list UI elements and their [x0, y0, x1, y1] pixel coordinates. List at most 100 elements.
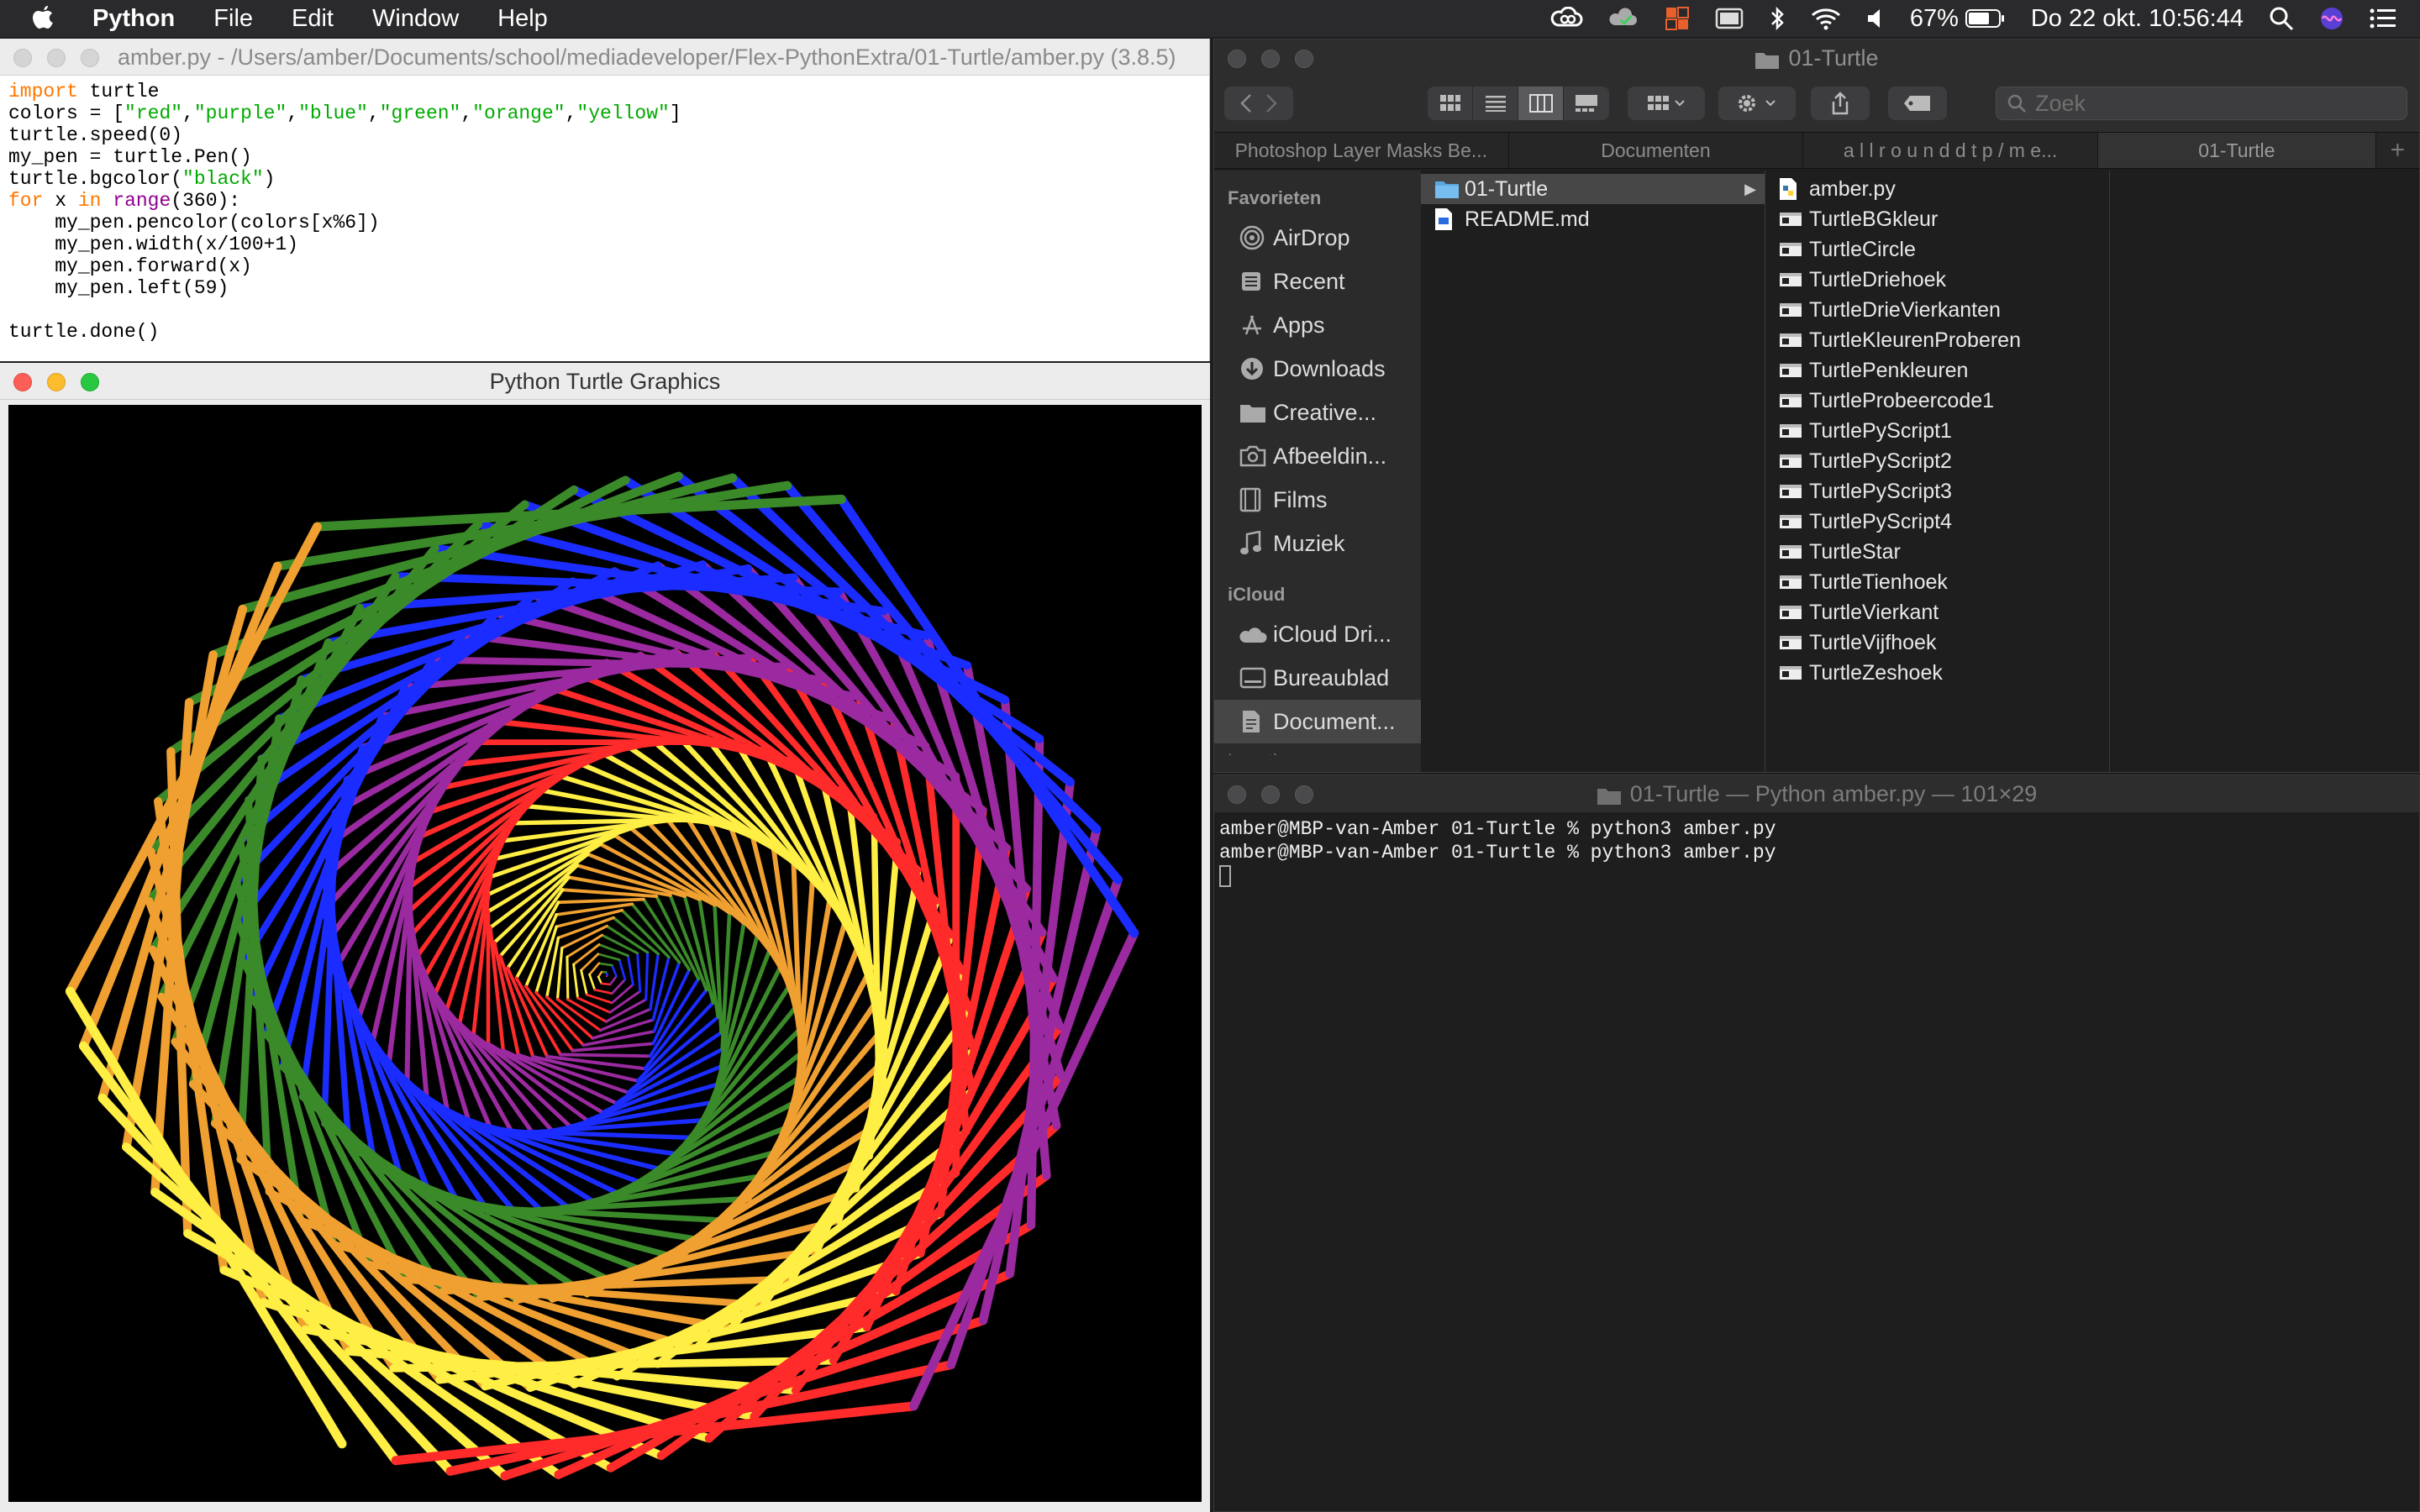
- file-row[interactable]: amber.py: [1765, 174, 2109, 204]
- terminal-titlebar[interactable]: 01-Turtle — Python amber.py — 101×29: [1214, 775, 2419, 812]
- file-row[interactable]: TurtleDrieVierkanten: [1765, 295, 2109, 325]
- file-row[interactable]: TurtlePyScript1: [1765, 416, 2109, 446]
- battery-percent[interactable]: 67%: [1910, 5, 1959, 33]
- executable-file-icon: [1779, 483, 1809, 500]
- tab-photoshop[interactable]: Photoshop Layer Masks Be...: [1214, 133, 1509, 168]
- group-button[interactable]: [1628, 87, 1705, 120]
- file-row[interactable]: TurtlePyScript3: [1765, 476, 2109, 507]
- sidebar-item-airdrop[interactable]: AirDrop: [1214, 216, 1421, 260]
- creative-cloud-icon[interactable]: [1550, 7, 1584, 30]
- terminal-line: amber@MBP-van-Amber 01-Turtle % python3 …: [1219, 818, 1776, 840]
- sidebar-item-label: Creative...: [1273, 399, 1377, 425]
- icon-view-icon[interactable]: [1428, 87, 1473, 120]
- spiral-segment: [566, 955, 570, 1001]
- file-row[interactable]: TurtleVijfhoek: [1765, 627, 2109, 658]
- file-name: TurtlePenkleuren: [1809, 358, 1969, 382]
- file-row[interactable]: TurtleDriehoek: [1765, 265, 2109, 295]
- code-editor[interactable]: import turtle colors = ["red","purple","b…: [0, 76, 1209, 343]
- sidebar-item-bureaublad[interactable]: Bureaublad: [1214, 656, 1421, 700]
- finder-toolbar: Zoek: [1214, 76, 2419, 132]
- sidebar-item-downloads[interactable]: Downloads: [1214, 347, 1421, 391]
- spiral-segment: [644, 951, 650, 1001]
- sidebar-item-afbeeldin[interactable]: Afbeeldin...: [1214, 434, 1421, 478]
- grid-app-icon[interactable]: [1665, 6, 1690, 31]
- menu-edit[interactable]: Edit: [292, 0, 334, 37]
- volume-icon[interactable]: [1866, 7, 1885, 30]
- sidebar-item-muziek[interactable]: Muziek: [1214, 522, 1421, 565]
- file-row[interactable]: TurtleCircle: [1765, 234, 2109, 265]
- executable-file-icon: [1779, 634, 1809, 651]
- action-button[interactable]: [1718, 87, 1796, 120]
- sidebar-item-creative[interactable]: Creative...: [1214, 391, 1421, 434]
- spotlight-search-icon[interactable]: [2269, 6, 2294, 31]
- sidebar-item-films[interactable]: Films: [1214, 478, 1421, 522]
- apple-menu-icon[interactable]: [30, 4, 67, 33]
- file-row[interactable]: TurtleBGkleur: [1765, 204, 2109, 234]
- desktop-icon: [1239, 667, 1273, 689]
- back-icon[interactable]: [1240, 93, 1252, 113]
- sidebar-item-recent[interactable]: Recent: [1214, 260, 1421, 303]
- list-view-icon[interactable]: [1473, 87, 1518, 120]
- clock[interactable]: Do 22 okt. 10:56:44: [2031, 5, 2244, 33]
- executable-file-icon: [1779, 513, 1809, 530]
- turtle-titlebar[interactable]: Python Turtle Graphics: [0, 363, 1210, 400]
- sidebar-item-document[interactable]: Document...: [1214, 700, 1421, 743]
- file-row[interactable]: TurtlePenkleuren: [1765, 355, 2109, 386]
- file-row[interactable]: 01-Turtle ▶: [1421, 174, 1765, 204]
- file-row[interactable]: TurtleProbeercode1: [1765, 386, 2109, 416]
- file-row[interactable]: TurtlePyScript4: [1765, 507, 2109, 537]
- tab-documenten[interactable]: Documenten: [1509, 133, 1804, 168]
- bluetooth-icon[interactable]: [1769, 6, 1786, 31]
- siri-icon[interactable]: [2319, 6, 2344, 31]
- menu-app-python[interactable]: Python: [92, 0, 175, 37]
- file-row[interactable]: TurtleTienhoek: [1765, 567, 2109, 597]
- code-line: my_pen.left(59): [8, 277, 229, 299]
- display-icon[interactable]: [1715, 7, 1744, 30]
- file-row[interactable]: README.md: [1421, 204, 1765, 234]
- file-name: TurtlePyScript4: [1809, 509, 1952, 533]
- menu-help[interactable]: Help: [497, 0, 548, 37]
- sidebar-item-label: AirDrop: [1273, 224, 1350, 250]
- menu-window[interactable]: Window: [372, 0, 459, 37]
- notification-center-icon[interactable]: [2370, 8, 2396, 29]
- terminal-output[interactable]: amber@MBP-van-Amber 01-Turtle % python3 …: [1214, 812, 2419, 888]
- file-row[interactable]: TurtleKleurenProberen: [1765, 325, 2109, 355]
- editor-titlebar[interactable]: amber.py - /Users/amber/Documents/school…: [0, 39, 1209, 76]
- new-tab-button[interactable]: +: [2376, 133, 2419, 168]
- sidebar-item-apps[interactable]: Apps: [1214, 303, 1421, 347]
- battery-icon[interactable]: [1965, 8, 2006, 29]
- file-name: TurtleTienhoek: [1809, 570, 1948, 594]
- minimize-button[interactable]: [47, 49, 66, 67]
- zoom-button[interactable]: [81, 49, 99, 67]
- share-button[interactable]: [1811, 87, 1870, 120]
- file-row[interactable]: TurtleZeshoek: [1765, 658, 2109, 688]
- file-row[interactable]: TurtleStar: [1765, 537, 2109, 567]
- terminal-cursor: [1219, 864, 1231, 887]
- file-row[interactable]: TurtlePyScript2: [1765, 446, 2109, 476]
- menu-file[interactable]: File: [213, 0, 253, 37]
- terminal-prompt-line[interactable]: [1219, 864, 2419, 888]
- executable-file-icon: [1779, 574, 1809, 591]
- tab-allround[interactable]: a l l r o u n d d t p / m e...: [1803, 133, 2098, 168]
- close-button[interactable]: [13, 49, 32, 67]
- executable-file-icon: [1779, 302, 1809, 318]
- file-row[interactable]: TurtleVierkant: [1765, 597, 2109, 627]
- finder-body: Favorieten AirDrop Recent Apps Downloads Crea…: [1214, 171, 2419, 772]
- gallery-view-icon[interactable]: [1564, 87, 1609, 120]
- wifi-icon[interactable]: [1811, 7, 1841, 30]
- sync-cloud-icon[interactable]: [1609, 7, 1639, 30]
- turtle-canvas[interactable]: [8, 405, 1202, 1502]
- cloud-icon: [1239, 624, 1273, 644]
- column-view-icon[interactable]: [1518, 87, 1564, 120]
- recent-icon: [1239, 270, 1273, 293]
- apps-icon: [1239, 312, 1273, 338]
- forward-icon[interactable]: [1265, 93, 1277, 113]
- search-field[interactable]: Zoek: [1996, 87, 2407, 120]
- finder-titlebar[interactable]: 01-Turtle: [1214, 39, 2419, 76]
- tag-icon: [1903, 95, 1932, 112]
- sidebar-item-icloud-dri[interactable]: iCloud Dri...: [1214, 612, 1421, 656]
- tags-button[interactable]: [1888, 87, 1947, 120]
- sidebar-section-favorites: Favorieten: [1228, 187, 1322, 208]
- folder-icon: [1434, 179, 1465, 199]
- tab-01-turtle[interactable]: 01-Turtle: [2097, 133, 2376, 168]
